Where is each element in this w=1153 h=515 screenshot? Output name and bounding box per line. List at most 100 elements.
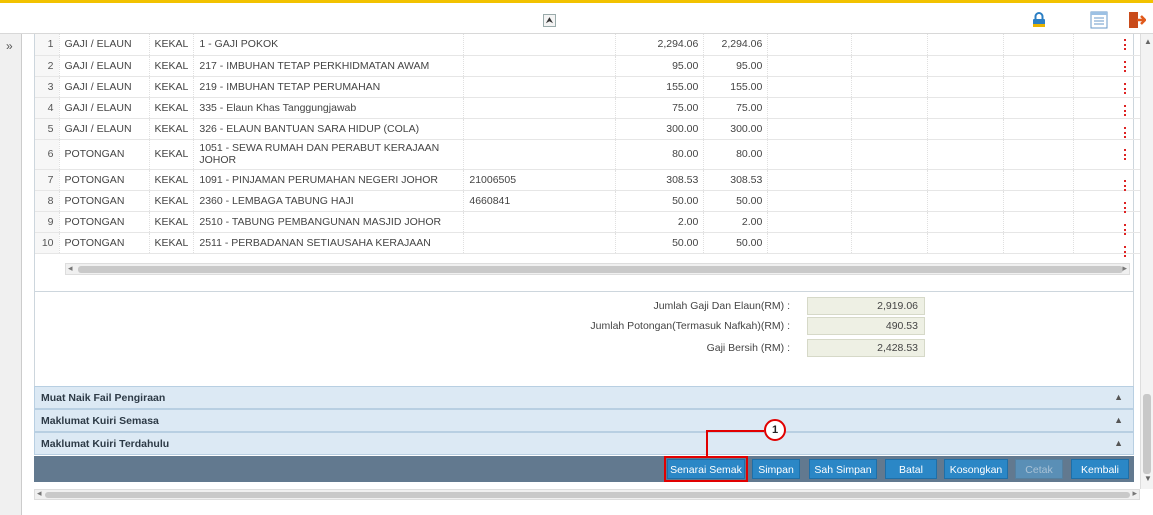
grid-scroll-thumb[interactable]: [78, 266, 1123, 273]
expand-panel-icon[interactable]: »: [6, 39, 13, 53]
page-scroll-thumb[interactable]: [45, 492, 1130, 498]
item-amount-actual: 50.00: [703, 232, 769, 254]
table-row[interactable]: 2 GAJI / ELAUN KEKAL 217 - IMBUHAN TETAP PE…: [35, 55, 1143, 77]
item-amount-actual: 80.00: [703, 139, 769, 170]
row-marker-icon: [1124, 202, 1127, 213]
table-row[interactable]: 1 GAJI / ELAUN KEKAL 1 - GAJI POKOK 2,294.06…: [35, 34, 1143, 56]
row-number: 9: [35, 211, 60, 233]
scroll-down-icon[interactable]: ▼: [1144, 474, 1152, 483]
kosongkan-button[interactable]: Kosongkan: [944, 459, 1008, 479]
item-type: POTONGAN: [59, 190, 150, 212]
empty-cell: [1073, 34, 1143, 56]
item-amount: 80.00: [615, 139, 705, 170]
item-amount: 75.00: [615, 97, 705, 119]
scroll-right-icon[interactable]: ▸: [1132, 488, 1137, 499]
empty-cell: [927, 97, 1005, 119]
cetak-button: Cetak: [1015, 459, 1063, 479]
item-type: POTONGAN: [59, 211, 150, 233]
sah-simpan-button[interactable]: Sah Simpan: [809, 459, 877, 479]
table-row[interactable]: 7 POTONGAN KEKAL 1091 - PINJAMAN PERUMAHAN …: [35, 169, 1143, 191]
empty-cell: [767, 118, 853, 140]
top-toolbar: ⮝: [0, 0, 1153, 34]
table-row[interactable]: 4 GAJI / ELAUN KEKAL 335 - Elaun Khas Tangg…: [35, 97, 1143, 119]
item-amount: 308.53: [615, 169, 705, 191]
simpan-button[interactable]: Simpan: [752, 459, 800, 479]
item-reference: [463, 211, 617, 233]
item-status: KEKAL: [149, 118, 195, 140]
item-reference: [463, 118, 617, 140]
section-kuiri-semasa[interactable]: Maklumat Kuiri Semasa ▲: [34, 409, 1134, 432]
table-row[interactable]: 3 GAJI / ELAUN KEKAL 219 - IMBUHAN TETAP PE…: [35, 76, 1143, 98]
empty-cell: [927, 76, 1005, 98]
empty-cell: [767, 76, 853, 98]
list-icon[interactable]: [1090, 11, 1108, 29]
row-marker-icon: [1124, 83, 1127, 94]
left-panel: »: [0, 34, 22, 515]
item-description: 335 - Elaun Khas Tanggungjawab: [193, 97, 465, 119]
empty-cell: [1003, 139, 1075, 170]
table-row[interactable]: 9 POTONGAN KEKAL 2510 - TABUNG PEMBANGUNAN …: [35, 211, 1143, 233]
item-amount: 2,294.06: [615, 34, 705, 56]
empty-cell: [1073, 76, 1143, 98]
grid-horizontal-scrollbar[interactable]: ◂ ▸: [65, 263, 1130, 275]
kembali-button[interactable]: Kembali: [1071, 459, 1129, 479]
chevron-up-icon[interactable]: ▲: [1114, 438, 1123, 448]
item-amount-actual: 155.00: [703, 76, 769, 98]
item-type: POTONGAN: [59, 169, 150, 191]
empty-cell: [851, 34, 929, 56]
item-description: 219 - IMBUHAN TETAP PERUMAHAN: [193, 76, 465, 98]
chevron-up-icon[interactable]: ▲: [1114, 415, 1123, 425]
scroll-right-icon[interactable]: ▸: [1122, 263, 1127, 274]
item-type: GAJI / ELAUN: [59, 97, 150, 119]
section-muat-naik-fail[interactable]: Muat Naik Fail Pengiraan ▲: [34, 386, 1134, 409]
item-type: GAJI / ELAUN: [59, 118, 150, 140]
empty-cell: [767, 190, 853, 212]
item-status: KEKAL: [149, 97, 195, 119]
page-horizontal-scrollbar[interactable]: ◂ ▸: [34, 488, 1140, 500]
item-reference: [463, 139, 617, 170]
item-description: 326 - ELAUN BANTUAN SARA HIDUP (COLA): [193, 118, 465, 140]
page-vscroll-thumb[interactable]: [1143, 394, 1151, 474]
item-description: 2510 - TABUNG PEMBANGUNAN MASJID JOHOR: [193, 211, 465, 233]
batal-button[interactable]: Batal: [885, 459, 937, 479]
page-vertical-scrollbar[interactable]: ▲ ▼: [1140, 34, 1153, 489]
scroll-up-icon[interactable]: ▲: [1144, 37, 1152, 46]
empty-cell: [927, 118, 1005, 140]
empty-cell: [1073, 97, 1143, 119]
table-row[interactable]: 6 POTONGAN KEKAL 1051 - SEWA RUMAH DAN PERA…: [35, 139, 1143, 170]
row-marker-icon: [1124, 127, 1127, 138]
table-row[interactable]: 8 POTONGAN KEKAL 2360 - LEMBAGA TABUNG HAJI…: [35, 190, 1143, 212]
scroll-left-icon[interactable]: ◂: [68, 263, 73, 274]
empty-cell: [1003, 211, 1075, 233]
salary-items-grid: 1 GAJI / ELAUN KEKAL 1 - GAJI POKOK 2,294.06…: [34, 34, 1143, 292]
item-description: 2511 - PERBADANAN SETIAUSAHA KERAJAAN: [193, 232, 465, 254]
empty-cell: [1003, 97, 1075, 119]
callout-line-vertical: [706, 430, 708, 457]
row-number: 1: [35, 34, 60, 56]
item-amount: 50.00: [615, 190, 705, 212]
senarai-semak-button[interactable]: Senarai Semak: [664, 456, 748, 482]
table-row[interactable]: 10 POTONGAN KEKAL 2511 - PERBADANAN SETIAUS…: [35, 232, 1143, 254]
row-number: 10: [35, 232, 60, 254]
item-reference: [463, 34, 617, 56]
empty-cell: [1003, 76, 1075, 98]
section-kuiri-terdahulu[interactable]: Maklumat Kuiri Terdahulu ▲: [34, 432, 1134, 455]
empty-cell: [767, 139, 853, 170]
scroll-left-icon[interactable]: ◂: [37, 488, 42, 499]
item-amount: 50.00: [615, 232, 705, 254]
lock-icon[interactable]: [1030, 11, 1048, 29]
empty-cell: [927, 55, 1005, 77]
logout-icon[interactable]: [1128, 11, 1146, 29]
row-marker-icon: [1124, 246, 1127, 257]
empty-cell: [851, 118, 929, 140]
row-number: 2: [35, 55, 60, 77]
chevron-up-icon[interactable]: ▲: [1114, 392, 1123, 402]
row-marker-icon: [1124, 180, 1127, 191]
collapse-panel-icon[interactable]: ⮝: [543, 14, 556, 27]
item-status: KEKAL: [149, 76, 195, 98]
item-reference: [463, 97, 617, 119]
item-amount-actual: 50.00: [703, 190, 769, 212]
table-row[interactable]: 5 GAJI / ELAUN KEKAL 326 - ELAUN BANTUAN SA…: [35, 118, 1143, 140]
item-status: KEKAL: [149, 139, 195, 170]
deduction-total-value: 490.53: [807, 317, 925, 335]
